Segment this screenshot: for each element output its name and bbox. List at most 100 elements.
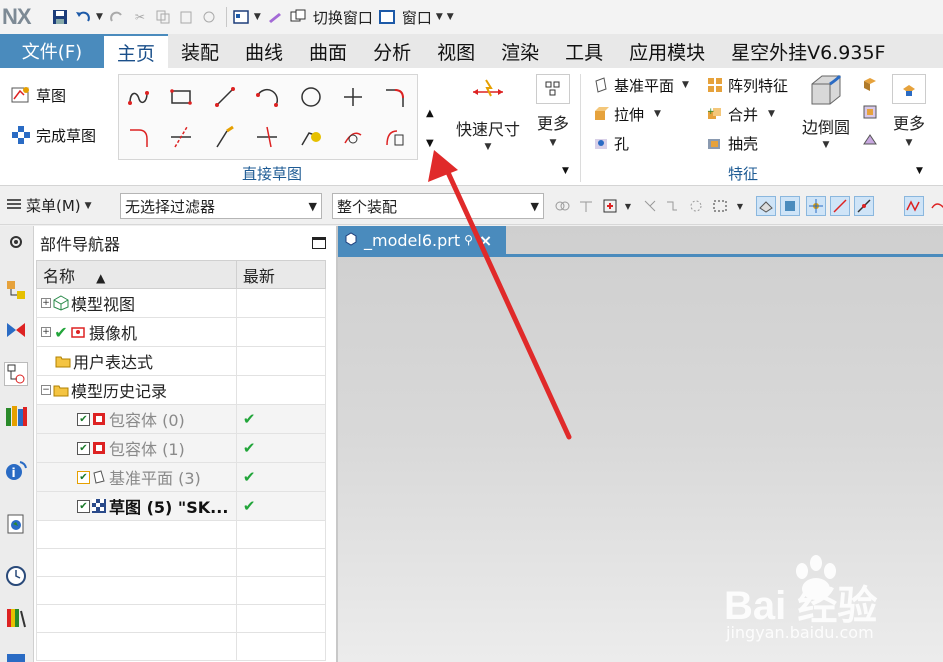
column-header-name[interactable]: 名称 ▲ [36,260,237,289]
constraint-navigator-icon[interactable] [4,318,28,342]
visibility-checkbox[interactable]: ✔ [77,441,90,455]
tree-row[interactable]: ✔ 包容体 (1) ✔ [36,433,327,463]
selection-tool-7-icon[interactable] [710,196,730,216]
selection-filter-select[interactable]: 无选择过滤器 ▼ [120,193,322,219]
more-dropdown-icon[interactable]: ▼ [550,138,557,148]
copy-icon[interactable] [153,7,173,27]
make-corner-icon[interactable] [253,123,281,151]
more-sketch-button[interactable]: 更多 ▼ [536,74,570,148]
repeat-icon[interactable] [199,7,219,27]
window-icon[interactable] [377,7,397,27]
selection-tool-3-icon[interactable] [600,196,620,216]
reuse-library-icon[interactable] [4,404,28,428]
tree-row[interactable]: ✔ 包容体 (0) ✔ [36,404,327,434]
more-feature-dropdown-icon[interactable]: ▼ [906,138,913,148]
tab-analysis[interactable]: 分析 [360,34,424,68]
graphics-tab[interactable]: _model6.prt ⚲ × [338,226,506,254]
chamfer-icon[interactable] [125,123,153,151]
mirror-curve-icon[interactable] [381,123,409,151]
roles-icon[interactable] [4,646,28,662]
expand-icon[interactable]: + [41,298,51,308]
save-icon[interactable] [50,7,70,27]
gallery-scroll-up-icon[interactable]: ▲ [426,108,434,119]
feature-small-2-icon[interactable] [862,104,878,120]
selection-tool-5-icon[interactable] [662,196,682,216]
tree-row[interactable]: ✔ 基准平面 (3) ✔ [36,462,327,492]
snap-tool-7-icon[interactable] [928,196,943,216]
window-button[interactable]: 窗口 [402,7,432,28]
line-icon[interactable] [211,83,239,111]
paste-icon[interactable] [176,7,196,27]
tab-surface[interactable]: 曲面 [296,34,360,68]
pattern-feature-button[interactable]: 阵列特征 [706,74,788,96]
snap-tool-4-icon[interactable] [830,196,850,216]
tab-assembly[interactable]: 装配 [168,34,232,68]
extrude-dropdown-icon[interactable]: ▼ [654,109,661,119]
selection-tool-4-icon[interactable] [640,196,660,216]
file-menu[interactable]: 文件(F) [0,34,104,68]
snap-tool-2-icon[interactable] [780,196,800,216]
sketch-group-dropdown-icon[interactable]: ▼ [562,166,569,176]
feature-small-3-icon[interactable] [862,132,878,148]
edge-blend-button[interactable]: 边倒圆 ▼ [802,74,850,150]
more-feature-button[interactable]: 更多 ▼ [892,74,926,148]
pin-icon[interactable]: ⚲ [464,233,473,247]
customize-dropdown-icon[interactable]: ▼ [447,12,454,22]
visibility-checkbox[interactable]: ✔ [77,470,90,484]
tab-view[interactable]: 视图 [424,34,488,68]
tab-applications[interactable]: 应用模块 [616,34,718,68]
quick-dimension-dropdown-icon[interactable]: ▼ [485,142,492,152]
quick-extend-icon[interactable] [211,123,239,151]
unite-dropdown-icon[interactable]: ▼ [768,109,775,119]
finish-sketch-button[interactable]: 完成草图 [10,124,96,146]
tree-row[interactable]: ✔ 草图 (5) "SK... ✔ [36,491,327,521]
selection-tool-2-icon[interactable] [576,196,596,216]
assembly-navigator-icon[interactable] [4,278,28,302]
shell-button[interactable]: 抽壳 [706,132,758,154]
gallery-expand-icon[interactable]: ▼ [426,138,434,149]
snap-tool-3-icon[interactable] [806,196,826,216]
tree-row[interactable]: + ✔ 摄像机 [36,317,327,347]
expand-icon[interactable]: + [41,327,51,337]
pattern-curve-icon[interactable] [339,123,367,151]
snap-tool-1-icon[interactable] [756,196,776,216]
rectangle-icon[interactable] [167,83,195,111]
system-materials-icon[interactable] [4,606,28,630]
selection-tool-1-icon[interactable] [552,196,572,216]
feature-small-1-icon[interactable] [862,76,878,92]
column-header-latest[interactable]: 最新 [235,260,327,289]
profile-icon[interactable] [125,83,153,111]
circle-icon[interactable] [297,83,325,111]
tab-home[interactable]: 主页 [104,34,169,68]
visibility-checkbox[interactable]: ✔ [77,499,90,513]
switch-window-icon[interactable] [288,7,308,27]
redo-icon[interactable] [107,7,127,27]
arc-icon[interactable] [253,83,281,111]
snap-tool-6-icon[interactable] [904,196,924,216]
offset-curve-icon[interactable] [297,123,325,151]
datum-plane-button[interactable]: 基准平面 ▼ [592,74,689,96]
sketch-button[interactable]: 草图 [10,84,66,106]
edge-blend-dropdown-icon[interactable]: ▼ [823,140,830,150]
feature-group-dropdown-icon[interactable]: ▼ [916,166,923,176]
selection-tool-7-dropdown-icon[interactable]: ▼ [730,196,750,216]
web-browser-icon[interactable] [4,512,28,536]
undo-dropdown-icon[interactable]: ▼ [96,12,103,22]
hole-button[interactable]: 孔 [592,132,629,154]
window-dropdown-icon[interactable]: ▼ [436,12,443,22]
tab-curve[interactable]: 曲线 [232,34,296,68]
touch-mode-icon[interactable] [265,7,285,27]
datum-plane-dropdown-icon[interactable]: ▼ [682,80,689,90]
close-tab-button[interactable]: × [479,231,492,250]
view-dropdown-icon[interactable]: ▼ [254,12,261,22]
tab-plugin[interactable]: 星空外挂V6.935F [718,34,891,68]
part-navigator-icon[interactable] [4,362,28,386]
history-icon[interactable] [4,564,28,588]
cut-icon[interactable]: ✂ [130,7,150,27]
selection-tool-3-dropdown-icon[interactable]: ▼ [618,196,638,216]
tab-tools[interactable]: 工具 [552,34,616,68]
tree-row[interactable]: − 模型历史记录 [36,375,327,405]
resource-bar-settings-icon[interactable] [4,230,28,254]
unite-button[interactable]: + 合并 ▼ [706,103,775,125]
quick-trim-icon[interactable] [167,123,195,151]
